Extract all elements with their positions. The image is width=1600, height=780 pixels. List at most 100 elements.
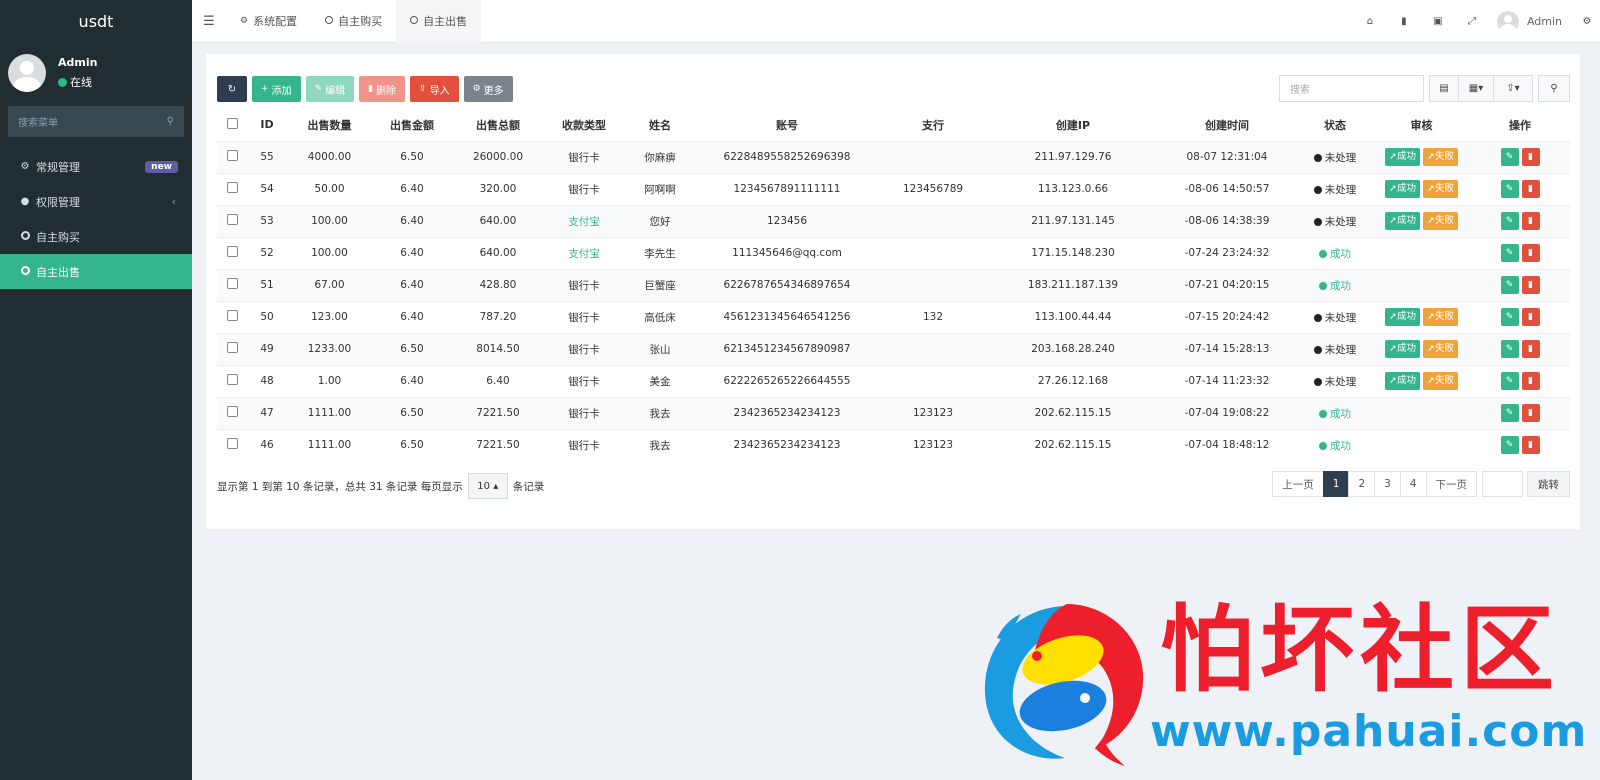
col-id[interactable]: ID [247,109,287,141]
col-name[interactable]: 姓名 [624,109,696,141]
delete-button[interactable]: ▮ 删除 [359,76,406,102]
approve-button[interactable]: ➚成功 [1385,180,1420,198]
row-edit-button[interactable]: ✎ [1500,276,1519,294]
cell-status: 未处理 [1296,140,1374,173]
reject-button[interactable]: ➚失败 [1423,372,1458,390]
reject-button[interactable]: ➚失败 [1423,308,1458,326]
row-delete-button[interactable]: ▮ [1521,148,1540,166]
export-button[interactable]: ⇪▾ [1493,75,1533,102]
row-delete-button[interactable]: ▮ [1521,244,1540,262]
cell-type[interactable]: 支付宝 [544,236,624,269]
trash-icon[interactable]: ▮ [1387,16,1421,27]
cell-ip: 211.97.131.145 [988,204,1158,237]
row-checkbox[interactable] [217,236,247,269]
row-delete-button[interactable]: ▮ [1521,276,1540,294]
refresh-button[interactable]: ↻ [217,76,247,102]
reject-button[interactable]: ➚失败 [1423,148,1458,166]
cell-account: 2342365234234123 [696,428,878,461]
col-price[interactable]: 出售金额 [372,109,452,141]
row-delete-button[interactable]: ▮ [1521,308,1540,326]
reject-button[interactable]: ➚失败 [1423,212,1458,230]
import-button[interactable]: ⇧ 导入 [410,76,459,102]
approve-button[interactable]: ➚成功 [1385,148,1420,166]
row-delete-button[interactable]: ▮ [1521,436,1540,455]
jump-button[interactable]: 跳转 [1527,471,1570,497]
row-edit-button[interactable]: ✎ [1500,404,1519,422]
tab-self-sell[interactable]: 自主出售 [396,0,482,43]
sidebar-item-self-sell[interactable]: 自主出售 [0,254,192,289]
jump-page-input[interactable] [1482,471,1523,497]
search-button[interactable]: ⚲ [1538,75,1570,102]
row-checkbox[interactable] [217,140,247,173]
tab-self-buy[interactable]: 自主购买 [311,0,396,43]
row-edit-button[interactable]: ✎ [1500,340,1519,358]
row-edit-button[interactable]: ✎ [1500,308,1519,326]
col-total[interactable]: 出售总额 [452,109,544,141]
edit-button[interactable]: ✎ 编辑 [305,76,355,102]
row-checkbox[interactable] [217,364,247,397]
col-type[interactable]: 收款类型 [544,109,624,141]
cell-total: 640.00 [452,236,544,269]
toggle-view-button[interactable]: ▤ [1429,75,1459,102]
approve-button[interactable]: ➚成功 [1385,212,1420,230]
next-page-button[interactable]: 下一页 [1425,471,1477,497]
col-ip[interactable]: 创建IP [988,109,1158,141]
row-checkbox[interactable] [217,172,247,205]
tab-system-config[interactable]: ⚙ 系统配置 [226,0,311,43]
columns-button[interactable]: ▦▾ [1458,75,1494,102]
reject-button[interactable]: ➚失败 [1423,340,1458,358]
row-delete-button[interactable]: ▮ [1521,212,1540,230]
app-brand[interactable]: usdt [0,0,192,44]
row-edit-button[interactable]: ✎ [1500,372,1519,390]
sidebar-item-general[interactable]: ⚙ 常规管理 new [0,149,192,184]
language-icon[interactable]: ▣ [1421,16,1455,27]
row-checkbox[interactable] [217,396,247,429]
page-1-button[interactable]: 1 [1322,471,1350,497]
table-search-input[interactable]: 搜索 [1279,75,1424,102]
reject-button[interactable]: ➚失败 [1423,180,1458,198]
row-checkbox[interactable] [217,300,247,333]
settings-icon[interactable]: ⚙ [1574,16,1600,27]
page-size-select[interactable]: 10 ▴ [467,473,508,499]
col-actions[interactable]: 操作 [1469,109,1571,141]
fullscreen-icon[interactable]: ⤢ [1455,16,1489,27]
search-icon[interactable]: ⚲ [167,116,174,127]
prev-page-button[interactable]: 上一页 [1272,471,1324,497]
row-edit-button[interactable]: ✎ [1500,212,1519,230]
row-edit-button[interactable]: ✎ [1500,436,1519,455]
approve-button[interactable]: ➚成功 [1385,340,1420,358]
page-3-button[interactable]: 3 [1374,471,1401,497]
row-checkbox[interactable] [217,428,247,461]
menu-toggle-icon[interactable]: ☰ [192,14,226,29]
top-user-menu[interactable]: Admin [1489,10,1574,33]
add-button[interactable]: + 添加 [252,76,301,102]
col-account[interactable]: 账号 [696,109,878,141]
circle-icon [18,265,32,278]
sidebar-item-self-buy[interactable]: 自主购买 [0,219,192,254]
approve-button[interactable]: ➚成功 [1385,372,1420,390]
col-review[interactable]: 审核 [1374,109,1469,141]
row-edit-button[interactable]: ✎ [1500,180,1519,198]
row-delete-button[interactable]: ▮ [1521,340,1540,358]
page-4-button[interactable]: 4 [1399,471,1427,497]
select-all-checkbox[interactable] [217,109,247,141]
row-checkbox[interactable] [217,204,247,237]
approve-button[interactable]: ➚成功 [1385,308,1420,326]
row-checkbox[interactable] [217,332,247,365]
row-edit-button[interactable]: ✎ [1500,148,1519,166]
cell-type[interactable]: 支付宝 [544,204,624,237]
more-button[interactable]: ⚙ 更多 [463,76,513,102]
home-icon[interactable]: ⌂ [1353,16,1387,27]
sidebar-item-permissions[interactable]: ● 权限管理 ‹ [0,184,192,219]
row-delete-button[interactable]: ▮ [1521,404,1540,422]
page-2-button[interactable]: 2 [1348,471,1376,497]
row-delete-button[interactable]: ▮ [1521,372,1540,390]
row-delete-button[interactable]: ▮ [1521,180,1540,198]
col-branch[interactable]: 支行 [878,109,988,141]
sidebar-search-input[interactable]: 搜索菜单 ⚲ [8,106,184,137]
row-checkbox[interactable] [217,268,247,301]
row-edit-button[interactable]: ✎ [1500,244,1519,262]
col-qty[interactable]: 出售数量 [287,109,372,141]
col-status[interactable]: 状态 [1296,109,1374,141]
col-time[interactable]: 创建时间 [1158,109,1296,141]
